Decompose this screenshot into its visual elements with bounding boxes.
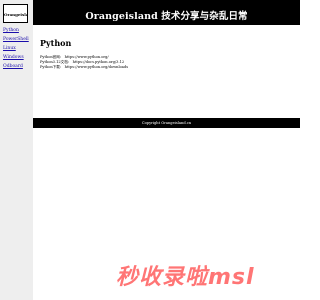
link-list: Python官网： https://www.python.org/ Python… <box>40 55 290 70</box>
main-content: Python Python官网： https://www.python.org/… <box>40 38 290 70</box>
watermark-logo: 秒收录啦msl <box>116 265 255 290</box>
sidebar-item-odboard[interactable]: Odboard <box>3 64 29 74</box>
site-footer: Copyright Orangeisland.cn <box>33 118 300 128</box>
sidebar-nav: Python PowerShell Linux Windows Odboard <box>3 28 29 74</box>
site-header: Orangeisland 技术分享与杂乱日常 <box>33 0 300 25</box>
page-heading: Python <box>40 38 72 48</box>
sidebar: Orangeisland Python PowerShell Linux Win… <box>0 0 33 300</box>
site-title: Orangeisland 技术分享与杂乱日常 <box>85 11 248 22</box>
site-logo[interactable]: Orangeisland <box>3 4 28 23</box>
link-python-download[interactable]: Python下载： https://www.python.org/downloa… <box>40 65 290 70</box>
